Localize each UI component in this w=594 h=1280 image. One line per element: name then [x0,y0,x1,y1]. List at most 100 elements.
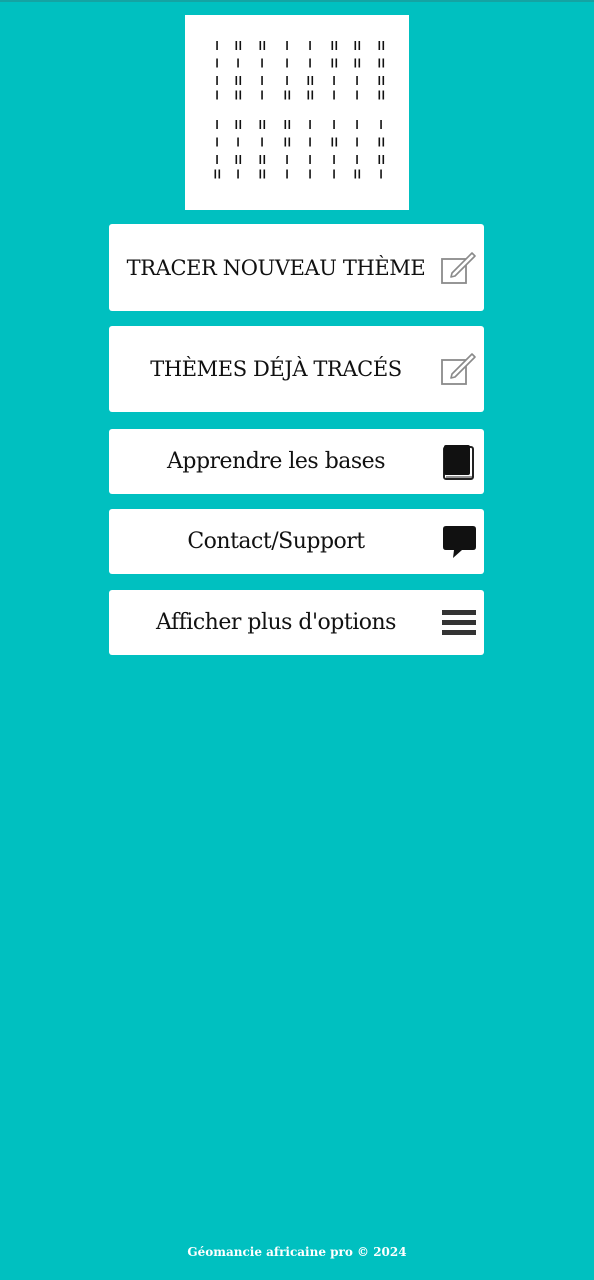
logo-stroke [378,155,381,164]
logo-stroke [354,169,357,179]
logo-stroke [358,41,361,50]
edit-icon [440,249,478,287]
logo-stroke [288,120,291,129]
logo-stroke [237,169,239,179]
logo-stroke [331,58,334,68]
logo-stroke [335,58,338,68]
logo-stroke [331,41,334,50]
logo-stroke [218,169,221,179]
logo-stroke [378,137,381,147]
logo-stroke [261,76,263,85]
menu-icon [440,604,478,642]
logo-stroke [239,90,242,100]
logo-stroke [382,90,385,100]
logo-stroke [284,90,287,100]
logo-stroke [237,137,239,147]
logo-stroke [263,155,266,164]
logo-stroke [378,58,381,68]
logo-stroke [235,120,238,129]
logo-stroke [333,169,335,179]
logo-stroke [378,76,381,85]
logo-stroke [235,155,238,164]
more-options-button[interactable]: Afficher plus d'options [109,590,484,655]
status-strip [0,0,594,2]
logo-stroke [286,155,288,164]
logo-stroke [309,41,311,50]
logo-stroke [214,169,217,179]
edit-icon [440,350,478,388]
logo-stroke [239,120,242,129]
logo-stroke [288,137,291,147]
chat-bubble-icon [440,523,478,561]
logo-stroke [335,137,338,147]
logo-stroke [237,58,239,68]
app-logo [185,15,409,210]
learn-basics-label: Apprendre les bases [166,449,386,474]
logo-stroke [263,169,266,179]
logo-stroke [216,76,218,85]
logo-stroke [235,41,238,50]
logo-stroke [335,41,338,50]
logo-stroke [286,169,288,179]
logo-stroke [259,155,262,164]
saved-themes-button[interactable]: THÈMES DÉJÀ TRACÉS [109,326,484,412]
logo-stroke [331,137,334,147]
logo-stroke [216,58,218,68]
logo-stroke [286,58,288,68]
logo-stroke [235,90,238,100]
logo-stroke [259,120,262,129]
logo-stroke [382,41,385,50]
logo-stroke [216,120,218,129]
logo-stroke [358,169,361,179]
footer-copyright: Géomancie africaine pro © 2024 [187,1245,407,1259]
logo-stroke [286,41,288,50]
logo-stroke [311,90,314,100]
new-theme-button[interactable]: TRACER NOUVEAU THÈME [109,224,484,311]
logo-stroke [284,120,287,129]
logo-stroke [356,155,358,164]
logo-stroke [354,41,357,50]
logo-stroke [382,76,385,85]
contact-support-button[interactable]: Contact/Support [109,509,484,574]
logo-stroke [380,120,382,129]
logo-stroke [284,137,287,147]
logo-stroke [261,58,263,68]
logo-stroke [259,41,262,50]
logo-stroke [333,76,335,85]
logo-stroke [216,41,218,50]
logo-stroke [309,137,311,147]
logo-stroke [333,90,335,100]
logo-stroke [311,76,314,85]
logo-stroke [261,90,263,100]
logo-stroke [286,76,288,85]
logo-stroke [239,41,242,50]
logo-stroke [235,76,238,85]
logo-stroke [307,76,310,85]
geomancy-figures-logo [214,41,385,179]
logo-stroke [216,137,218,147]
logo-stroke [261,137,263,147]
logo-stroke [380,169,382,179]
new-theme-label: TRACER NOUVEAU THÈME [126,255,426,280]
logo-stroke [382,137,385,147]
logo-stroke [288,90,291,100]
logo-stroke [354,58,357,68]
logo-stroke [356,137,358,147]
logo-stroke [263,120,266,129]
logo-stroke [333,120,335,129]
logo-stroke [259,169,262,179]
saved-themes-label: THÈMES DÉJÀ TRACÉS [150,357,402,381]
more-options-label: Afficher plus d'options [156,610,396,635]
logo-stroke [309,58,311,68]
logo-stroke [216,155,218,164]
logo-stroke [378,90,381,100]
logo-stroke [356,76,358,85]
learn-basics-button[interactable]: Apprendre les bases [109,429,484,494]
logo-stroke [263,41,266,50]
logo-stroke [307,90,310,100]
logo-stroke [239,76,242,85]
logo-stroke [378,41,381,50]
logo-stroke [356,90,358,100]
logo-stroke [356,120,358,129]
logo-stroke [216,90,218,100]
